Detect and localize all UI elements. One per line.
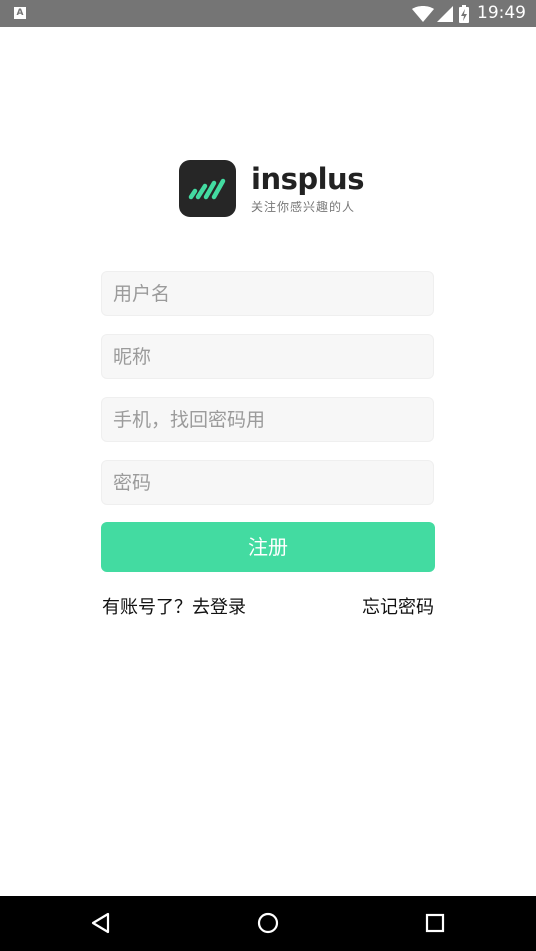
forgot-password-link[interactable]: 忘记密码 bbox=[362, 595, 434, 621]
password-input[interactable] bbox=[102, 461, 433, 504]
brand-name: insplus bbox=[251, 162, 364, 196]
app-logo-icon bbox=[179, 160, 236, 217]
nickname-field-container bbox=[101, 334, 434, 379]
nickname-input[interactable] bbox=[102, 335, 433, 378]
back-button[interactable] bbox=[71, 896, 131, 951]
home-icon bbox=[257, 912, 279, 934]
brand-tagline: 关注你感兴趣的人 bbox=[251, 200, 356, 214]
status-icons: 19:49 bbox=[412, 0, 526, 27]
notification-app-icon: A bbox=[14, 7, 26, 19]
back-icon bbox=[91, 912, 110, 934]
recents-button[interactable] bbox=[405, 896, 465, 951]
register-button[interactable]: 注册 bbox=[101, 522, 435, 572]
username-input[interactable] bbox=[102, 272, 433, 315]
status-bar: A 19:49 bbox=[0, 0, 536, 27]
signal-icon bbox=[437, 5, 453, 22]
username-field-container bbox=[101, 271, 434, 316]
status-time: 19:49 bbox=[477, 3, 526, 23]
password-field-container bbox=[101, 460, 434, 505]
phone-input[interactable] bbox=[102, 398, 433, 441]
register-screen: insplus 关注你感兴趣的人 注册 有账号了？去登录 忘记密码 bbox=[1, 27, 535, 896]
phone-field-container bbox=[101, 397, 434, 442]
recents-icon bbox=[425, 913, 445, 933]
wifi-icon bbox=[412, 5, 434, 22]
navigation-bar bbox=[0, 896, 536, 951]
go-to-login-link[interactable]: 有账号了？去登录 bbox=[102, 595, 246, 621]
battery-charging-icon bbox=[459, 4, 469, 23]
home-button[interactable] bbox=[238, 896, 298, 951]
